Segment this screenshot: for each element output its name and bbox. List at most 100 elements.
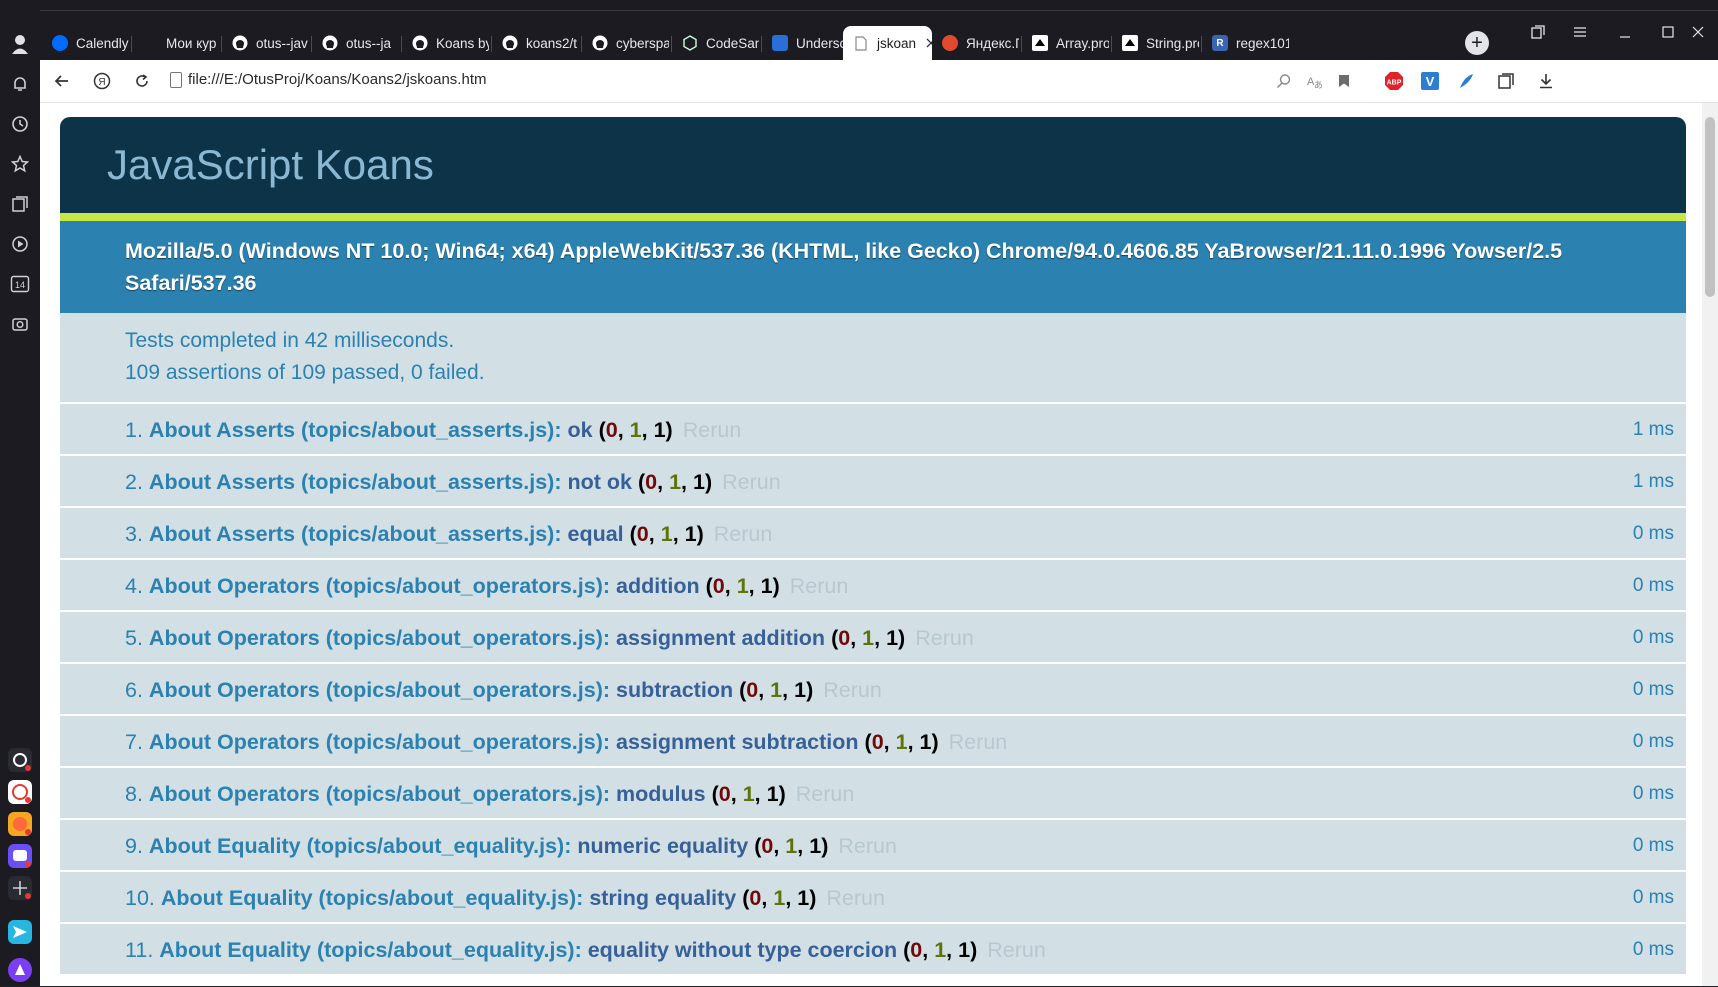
browser-tab[interactable]: otus--ja (312, 28, 399, 58)
passed-count: 1 (785, 834, 798, 858)
rerun-link[interactable]: Rerun (714, 522, 773, 546)
test-name: assignment addition (616, 626, 826, 650)
app-market-icon[interactable] (8, 780, 32, 804)
rerun-link[interactable]: Rerun (722, 470, 781, 494)
scrollbar-thumb[interactable] (1705, 117, 1715, 297)
calendar-icon[interactable]: 14 (8, 272, 32, 296)
browser-tab[interactable]: jskoan (843, 26, 932, 60)
app-send-icon[interactable] (8, 920, 32, 944)
test-module: About Operators (topics/about_operators.… (148, 678, 611, 702)
bookmark-icon[interactable] (1332, 69, 1356, 93)
test-runtime: 0 ms (1632, 887, 1674, 908)
feather-extension-icon[interactable] (1454, 69, 1478, 93)
total-count: 1 (809, 834, 822, 858)
notifications-icon[interactable] (8, 72, 32, 96)
url-field[interactable]: file:///E:/OtusProj/Koans/Koans2/jskoans… (188, 71, 486, 88)
app-messenger-icon[interactable] (8, 844, 32, 868)
rerun-link[interactable]: Rerun (790, 574, 849, 598)
browser-tab[interactable]: cyberspa (582, 28, 669, 58)
tab-label: Koans by (436, 35, 489, 51)
test-name: assignment subtraction (616, 730, 859, 754)
test-module: About Asserts (topics/about_asserts.js): (148, 522, 562, 546)
rerun-link[interactable]: Rerun (987, 938, 1046, 962)
test-number: 8. (125, 782, 143, 806)
rerun-link[interactable]: Rerun (838, 834, 897, 858)
download-icon[interactable] (1534, 69, 1558, 93)
test-row[interactable]: 4. About Operators (topics/about_operato… (60, 560, 1686, 612)
app-timer-icon[interactable] (8, 748, 32, 772)
test-runtime: 0 ms (1632, 783, 1674, 804)
rerun-link[interactable]: Rerun (683, 418, 742, 442)
test-row[interactable]: 2. About Asserts (topics/about_asserts.j… (60, 456, 1686, 508)
test-row[interactable]: 10. About Equality (topics/about_equalit… (60, 872, 1686, 924)
alice-assistant-icon[interactable] (8, 958, 32, 982)
back-arrow-icon[interactable] (50, 69, 74, 93)
test-row[interactable]: 5. About Operators (topics/about_operato… (60, 612, 1686, 664)
screenshot-icon[interactable] (8, 312, 32, 336)
test-row[interactable]: 3. About Asserts (topics/about_asserts.j… (60, 508, 1686, 560)
reload-icon[interactable] (130, 69, 154, 93)
file-icon (853, 35, 869, 51)
svg-text:ABP: ABP (1387, 80, 1402, 87)
failed-count: 0 (871, 730, 884, 754)
page-scrollbar[interactable] (1702, 103, 1718, 986)
test-list: 1. About Asserts (topics/about_asserts.j… (60, 404, 1686, 976)
test-runtime: 1 ms (1632, 471, 1674, 492)
collections-toolbar-icon[interactable] (1494, 69, 1518, 93)
adblock-plus-icon[interactable]: ABP (1382, 69, 1406, 93)
svg-text:V: V (1426, 74, 1435, 89)
bookmarks-star-icon[interactable] (8, 152, 32, 176)
app-mail-icon[interactable] (8, 812, 32, 836)
tab-label: otus--ja (346, 35, 392, 51)
browser-tab[interactable]: Rregex101 (1202, 28, 1289, 58)
passed-count: 1 (862, 626, 875, 650)
test-row[interactable]: 6. About Operators (topics/about_operato… (60, 664, 1686, 716)
video-play-icon[interactable] (8, 232, 32, 256)
test-row[interactable]: 9. About Equality (topics/about_equality… (60, 820, 1686, 872)
browser-tab[interactable]: Undersco (762, 28, 849, 58)
tab-label: cyberspa (616, 35, 669, 51)
test-row[interactable]: 1. About Asserts (topics/about_asserts.j… (60, 404, 1686, 456)
history-icon[interactable] (8, 112, 32, 136)
minimize-icon[interactable] (1607, 20, 1643, 44)
browser-tab[interactable]: koans2/t (492, 28, 579, 58)
browser-tab[interactable]: Мои кур (132, 28, 219, 58)
test-row[interactable]: 8. About Operators (topics/about_operato… (60, 768, 1686, 820)
github-icon (502, 35, 518, 51)
svg-text:14: 14 (15, 280, 25, 290)
test-number: 6. (125, 678, 143, 702)
rerun-link[interactable]: Rerun (949, 730, 1008, 754)
browser-tab[interactable]: otus--jav (222, 28, 309, 58)
close-window-icon[interactable] (1680, 20, 1716, 44)
browser-tab[interactable]: CodeSan (672, 28, 759, 58)
zoom-icon[interactable] (1272, 69, 1296, 93)
yandex-home-icon[interactable]: Я (90, 69, 114, 93)
browser-tab[interactable]: Koans by (402, 28, 489, 58)
rerun-link[interactable]: Rerun (796, 782, 855, 806)
test-row[interactable]: 11. About Equality (topics/about_equalit… (60, 924, 1686, 976)
rerun-link[interactable]: Rerun (823, 678, 882, 702)
test-row[interactable]: 7. About Operators (topics/about_operato… (60, 716, 1686, 768)
browser-tab[interactable]: Calendly (42, 28, 129, 58)
rerun-link[interactable]: Rerun (826, 886, 885, 910)
test-number: 9. (125, 834, 143, 858)
new-tab-button[interactable]: + (1465, 31, 1489, 55)
profile-icon[interactable] (8, 32, 32, 56)
local-file-icon[interactable] (170, 72, 182, 88)
total-count: 1 (760, 574, 773, 598)
browser-tab[interactable]: String.pro (1112, 28, 1199, 58)
tabs-menu-icon[interactable] (1520, 20, 1556, 44)
test-module: About Operators (topics/about_operators.… (148, 730, 611, 754)
translate-icon[interactable]: Aあ (1302, 69, 1326, 93)
add-app-icon[interactable] (8, 876, 32, 900)
test-module: About Equality (topics/about_equality.js… (148, 834, 572, 858)
collections-icon[interactable] (8, 192, 32, 216)
browser-menu-icon[interactable] (1562, 20, 1598, 44)
tab-label: CodeSan (706, 35, 759, 51)
test-counts: (0, 1, 1) (739, 678, 814, 702)
browser-tab[interactable]: Яндекс.П (932, 28, 1019, 58)
test-counts: (0, 1, 1) (598, 418, 673, 442)
rerun-link[interactable]: Rerun (915, 626, 974, 650)
browser-tab[interactable]: Array.pro (1022, 28, 1109, 58)
vpn-extension-icon[interactable]: V (1418, 69, 1442, 93)
